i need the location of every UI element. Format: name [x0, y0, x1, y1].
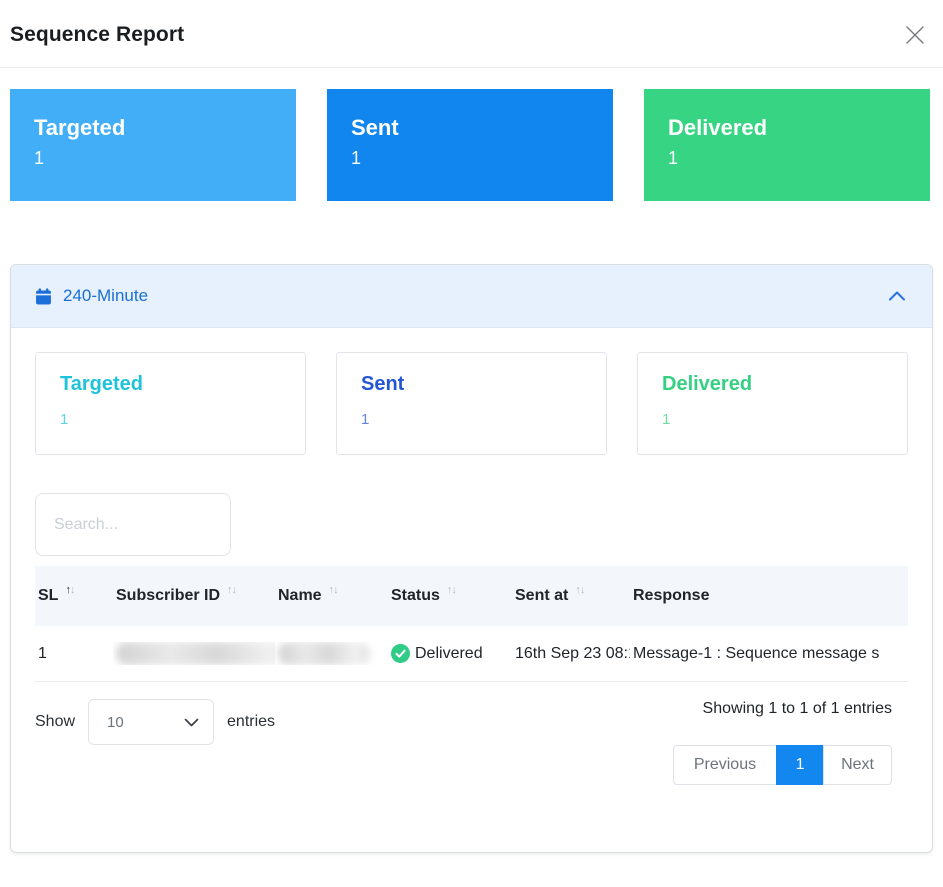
page-size-select[interactable]: 10 [88, 699, 214, 745]
page-title: Sequence Report [10, 23, 928, 47]
substat-label: Sent [361, 373, 582, 396]
stat-label: Targeted [34, 115, 296, 141]
table-row: 1 Delivered 16th Sep 23 08:18 Message-1 … [35, 626, 908, 682]
redacted-subscriber-id [116, 642, 275, 665]
cell-name [275, 642, 388, 665]
column-header-sl[interactable]: SL↑↓ [35, 587, 113, 605]
stats-row: Targeted 1 Sent 1 Delivered 1 [10, 89, 930, 201]
close-x-glyph [904, 24, 926, 46]
column-header-response[interactable]: Response [630, 587, 908, 605]
sort-icon[interactable]: ↑↓ [447, 587, 456, 596]
stat-card-delivered: Delivered 1 [644, 89, 930, 201]
previous-page-button[interactable]: Previous [673, 745, 777, 785]
entries-summary: Showing 1 to 1 of 1 entries [703, 700, 892, 718]
panel-header-left: 240-Minute [35, 286, 148, 306]
stat-label: Delivered [668, 115, 930, 141]
table-footer: Show 10 entries Showing 1 to 1 of 1 entr… [35, 699, 908, 785]
pagination: Previous 1 Next [673, 745, 892, 785]
chevron-down-icon [184, 718, 199, 727]
stat-value: 1 [351, 148, 613, 169]
panel-body: Targeted 1 Sent 1 Delivered 1 SL↑↓ Subsc… [11, 328, 932, 852]
panel-accordion-header[interactable]: 240-Minute [11, 265, 932, 328]
stat-card-targeted: Targeted 1 [10, 89, 296, 201]
column-header-sent-at[interactable]: Sent at↑↓ [512, 587, 630, 605]
sequence-step-panel: 240-Minute Targeted 1 Sent 1 Delivered 1 [10, 264, 933, 853]
substat-value: 1 [361, 411, 582, 428]
substat-value: 1 [60, 411, 281, 428]
chevron-up-icon[interactable] [888, 290, 906, 302]
next-page-button[interactable]: Next [823, 745, 892, 785]
substats-row: Targeted 1 Sent 1 Delivered 1 [35, 352, 908, 455]
modal-header: Sequence Report [0, 0, 943, 68]
substat-label: Delivered [662, 373, 883, 396]
sort-icon[interactable]: ↑↓ [227, 587, 236, 596]
substat-card-sent: Sent 1 [336, 352, 607, 455]
cell-sent-at: 16th Sep 23 08:18 [512, 645, 630, 663]
table-header-row: SL↑↓ Subscriber ID↑↓ Name↑↓ Status↑↓ Sen… [35, 566, 908, 626]
page-1-button[interactable]: 1 [776, 745, 824, 785]
close-icon[interactable] [903, 24, 927, 48]
redacted-name [278, 642, 370, 665]
page-size-control: Show 10 entries [35, 699, 275, 745]
stat-value: 1 [668, 148, 930, 169]
entries-label: entries [227, 713, 275, 731]
report-table: SL↑↓ Subscriber ID↑↓ Name↑↓ Status↑↓ Sen… [35, 566, 908, 682]
panel-title: 240-Minute [63, 286, 148, 306]
stat-label: Sent [351, 115, 613, 141]
sort-icon[interactable]: ↑↓ [575, 587, 584, 596]
substat-label: Targeted [60, 373, 281, 396]
page-size-value: 10 [107, 714, 124, 731]
cell-subscriber-id [113, 642, 275, 665]
column-header-subscriber-id[interactable]: Subscriber ID↑↓ [113, 587, 275, 605]
status-badge: Delivered [415, 645, 483, 663]
stat-card-sent: Sent 1 [327, 89, 613, 201]
calendar-icon [35, 288, 52, 305]
column-header-status[interactable]: Status↑↓ [388, 587, 512, 605]
check-circle-icon [391, 644, 410, 663]
cell-response: Message-1 : Sequence message s [630, 645, 908, 663]
show-label: Show [35, 713, 75, 731]
search-input[interactable] [35, 493, 231, 556]
substat-card-targeted: Targeted 1 [35, 352, 306, 455]
substat-value: 1 [662, 411, 883, 428]
column-header-name[interactable]: Name↑↓ [275, 587, 388, 605]
cell-sl: 1 [35, 645, 113, 663]
sort-icon[interactable]: ↑↓ [329, 587, 338, 596]
stat-value: 1 [34, 148, 296, 169]
footer-right: Showing 1 to 1 of 1 entries Previous 1 N… [673, 699, 892, 785]
substat-card-delivered: Delivered 1 [637, 352, 908, 455]
cell-status: Delivered [388, 644, 512, 663]
sort-icon[interactable]: ↑↓ [65, 587, 74, 596]
